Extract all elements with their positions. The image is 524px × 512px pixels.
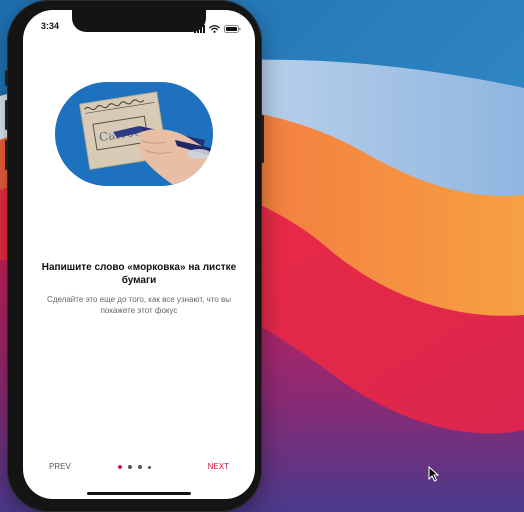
status-icons xyxy=(194,20,241,38)
onboarding-subtitle: Сделайте это еще до того, как все узнают… xyxy=(47,295,231,315)
notch xyxy=(72,10,206,32)
home-indicator[interactable] xyxy=(87,492,191,495)
onboarding-navigation: PREV NEXT xyxy=(23,462,255,476)
wifi-icon xyxy=(209,20,220,38)
volume-up-button xyxy=(5,100,8,130)
prev-button[interactable]: PREV xyxy=(49,462,71,471)
cellular-signal-icon xyxy=(194,20,205,38)
onboarding-title: Напишите слово «морковка» на листке бума… xyxy=(41,262,237,286)
page-indicator xyxy=(118,465,151,469)
mouse-pointer-icon xyxy=(428,465,440,487)
page-dot-2[interactable] xyxy=(128,465,132,469)
page-dot-4[interactable] xyxy=(148,465,151,469)
status-time: 3:34 xyxy=(41,21,60,31)
page-dot-3[interactable] xyxy=(138,465,142,469)
mute-switch xyxy=(5,70,8,86)
volume-down-button xyxy=(5,140,8,170)
phone-screen: 3:34 Напишите слово «морковка» на листке… xyxy=(23,10,255,499)
onboarding-illustration: Carrot xyxy=(55,82,213,186)
phone-device: 3:34 Напишите слово «морковка» на листке… xyxy=(5,0,264,512)
power-button xyxy=(261,115,264,163)
next-button[interactable]: NEXT xyxy=(208,462,229,471)
battery-icon xyxy=(224,20,241,38)
page-dot-1[interactable] xyxy=(118,465,122,469)
